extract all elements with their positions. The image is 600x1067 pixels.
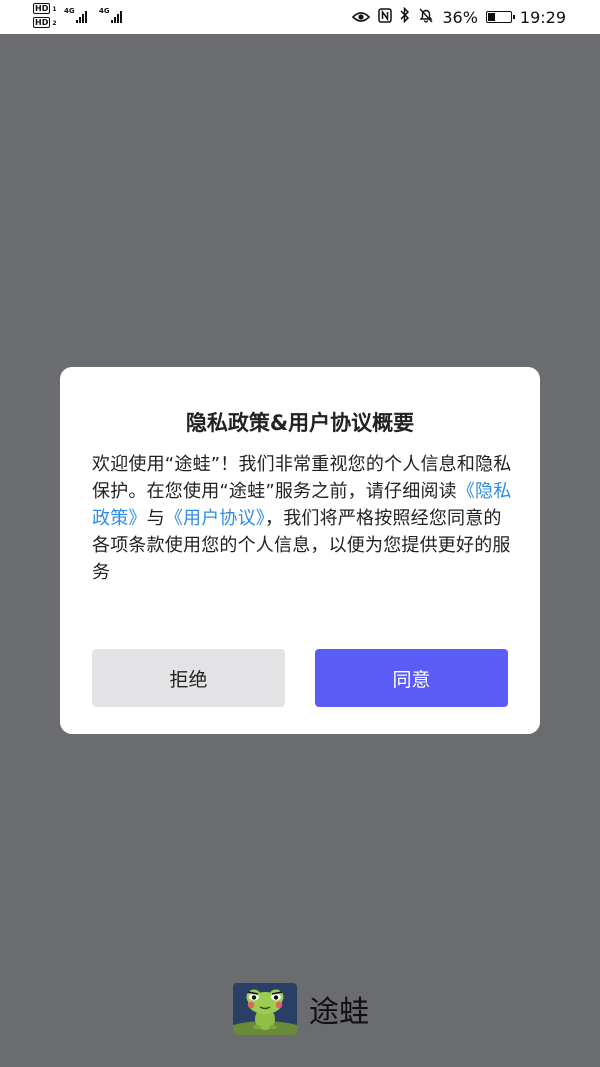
battery-percent: 36% — [442, 7, 478, 27]
eye-icon — [352, 8, 371, 27]
network-type-1: 4G — [64, 7, 75, 15]
sim1-hd-badge: HD 1 — [33, 3, 57, 14]
user-agreement-link[interactable]: 《用户协议》 — [165, 508, 265, 529]
signal-bars-2-icon — [111, 10, 122, 23]
dialog-title: 隐私政策&用户协议概要 — [185, 411, 415, 435]
dialog-body: 欢迎使用“途蛙”！我们非常重视您的个人信息和隐私保护。在您使用“途蛙”服务之前，… — [92, 451, 512, 586]
signal-bars-1-icon — [76, 10, 87, 23]
frog-logo-icon — [233, 983, 297, 1035]
dialog-body-text-1: 欢迎使用“途蛙”！我们非常重视您的个人信息和隐私保护。在您使用“途蛙”服务之前，… — [92, 454, 512, 502]
app-name: 途蛙 — [309, 995, 369, 1030]
network-type-2: 4G — [99, 7, 110, 15]
sim2-hd-badge: HD 2 — [33, 17, 57, 28]
nfc-icon — [378, 7, 393, 27]
privacy-dialog: 隐私政策&用户协议概要 欢迎使用“途蛙”！我们非常重视您的个人信息和隐私保护。在… — [60, 367, 540, 734]
bluetooth-icon — [400, 6, 410, 27]
battery-icon — [485, 11, 515, 23]
status-bar: HD 1 HD 2 4G 4G 36% 19:29 — [0, 0, 600, 34]
clock: 19:29 — [519, 7, 566, 27]
app-brand: 途蛙 — [233, 983, 369, 1035]
status-icons: 36% 19:29 — [352, 0, 566, 34]
reject-button[interactable]: 拒绝 — [92, 649, 285, 707]
dialog-body-conjunction: 与 — [146, 508, 165, 529]
mute-bell-icon — [418, 7, 434, 27]
agree-button[interactable]: 同意 — [315, 649, 508, 707]
